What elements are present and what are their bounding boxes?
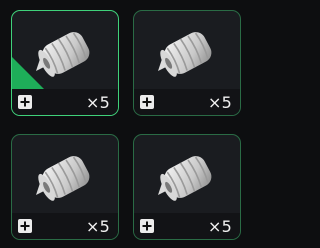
plus-icon[interactable]: [18, 219, 32, 233]
inventory-grid: ×5 ×5 ×5 ×5: [0, 0, 250, 248]
plus-icon[interactable]: [140, 219, 154, 233]
cloth-roll-icon: [158, 156, 212, 201]
item-quantity: ×5: [208, 93, 232, 112]
item-quantity: ×5: [208, 217, 232, 236]
item-quantity: ×5: [86, 93, 110, 112]
inventory-slot[interactable]: ×5: [133, 134, 241, 240]
plus-icon[interactable]: [18, 95, 32, 109]
inventory-slot[interactable]: ×5: [133, 10, 241, 116]
item-quantity: ×5: [86, 217, 110, 236]
cloth-roll-icon: [36, 156, 90, 201]
cloth-roll-icon: [158, 32, 212, 77]
inventory-slot[interactable]: ×5: [11, 134, 119, 240]
cloth-roll-icon: [36, 32, 90, 77]
inventory-slot[interactable]: ×5: [11, 10, 119, 116]
plus-icon[interactable]: [140, 95, 154, 109]
